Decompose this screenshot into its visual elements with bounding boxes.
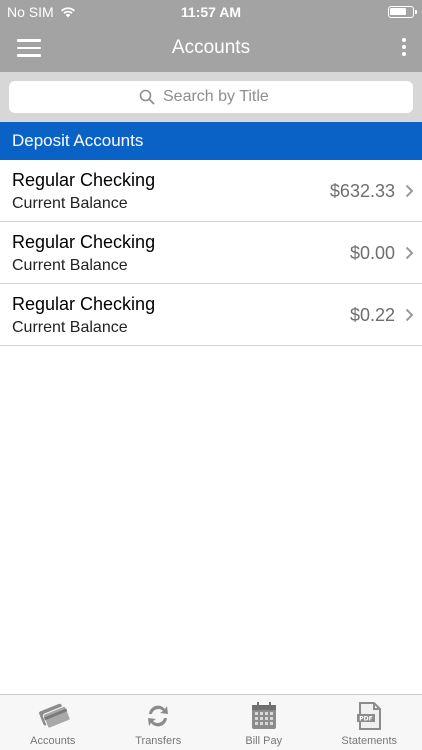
search-icon — [139, 89, 155, 105]
tab-label: Accounts — [30, 735, 76, 747]
chevron-right-icon — [405, 184, 414, 198]
cards-icon — [38, 703, 70, 729]
search-input[interactable] — [163, 88, 283, 106]
tab-label: Statements — [341, 735, 398, 747]
tab-label: Transfers — [135, 735, 182, 747]
chevron-right-icon — [405, 246, 414, 260]
account-balance-amount: $632.33 — [329, 181, 395, 201]
more-vertical-icon-dot — [402, 52, 406, 56]
page-title: Accounts — [171, 37, 251, 58]
svg-text:PDF: PDF — [360, 716, 373, 723]
battery-icon — [388, 6, 417, 18]
account-row[interactable]: Regular Checking Current Balance $632.33 — [0, 160, 422, 222]
account-row[interactable]: Regular Checking Current Balance $0.22 — [0, 284, 422, 346]
search-field-container[interactable] — [9, 81, 413, 113]
section-header-deposit-accounts: Deposit Accounts — [0, 122, 422, 160]
screen: No SIM 11:57 AM Accounts Search by Title… — [0, 0, 422, 750]
account-row[interactable]: Regular Checking Current Balance $0.00 — [0, 222, 422, 284]
more-options-button[interactable] — [400, 38, 408, 58]
more-vertical-icon — [402, 38, 406, 42]
tab-bar: Accounts Transfers Bill Pay PDF Statemen… — [0, 694, 422, 750]
more-vertical-icon-dot — [402, 45, 406, 49]
tab-transfers[interactable]: Transfers — [106, 695, 212, 750]
nav-bar: Accounts — [0, 24, 422, 72]
account-name: Regular Checking — [12, 170, 156, 190]
account-balance-amount: $0.00 — [349, 243, 395, 263]
account-list: Regular Checking Current Balance $632.33… — [0, 160, 422, 346]
tab-bill-pay[interactable]: Bill Pay — [211, 695, 317, 750]
account-balance-amount: $0.22 — [349, 305, 395, 325]
account-balance-label: Current Balance — [12, 195, 128, 212]
tab-statements[interactable]: PDF Statements — [317, 695, 422, 750]
calendar-icon — [251, 702, 276, 729]
tab-accounts[interactable]: Accounts — [0, 695, 106, 750]
clock: 11:57 AM — [180, 4, 242, 20]
chevron-right-icon — [405, 308, 414, 322]
tab-label: Bill Pay — [245, 735, 283, 747]
account-name: Regular Checking — [12, 294, 156, 314]
status-bar: No SIM 11:57 AM — [0, 0, 422, 24]
search-bar — [0, 72, 422, 122]
pdf-document-icon: PDF — [357, 702, 382, 730]
account-name: Regular Checking — [12, 232, 156, 252]
account-balance-label: Current Balance — [12, 257, 128, 274]
transfer-arrows-icon — [148, 705, 169, 727]
account-balance-label: Current Balance — [12, 319, 128, 336]
